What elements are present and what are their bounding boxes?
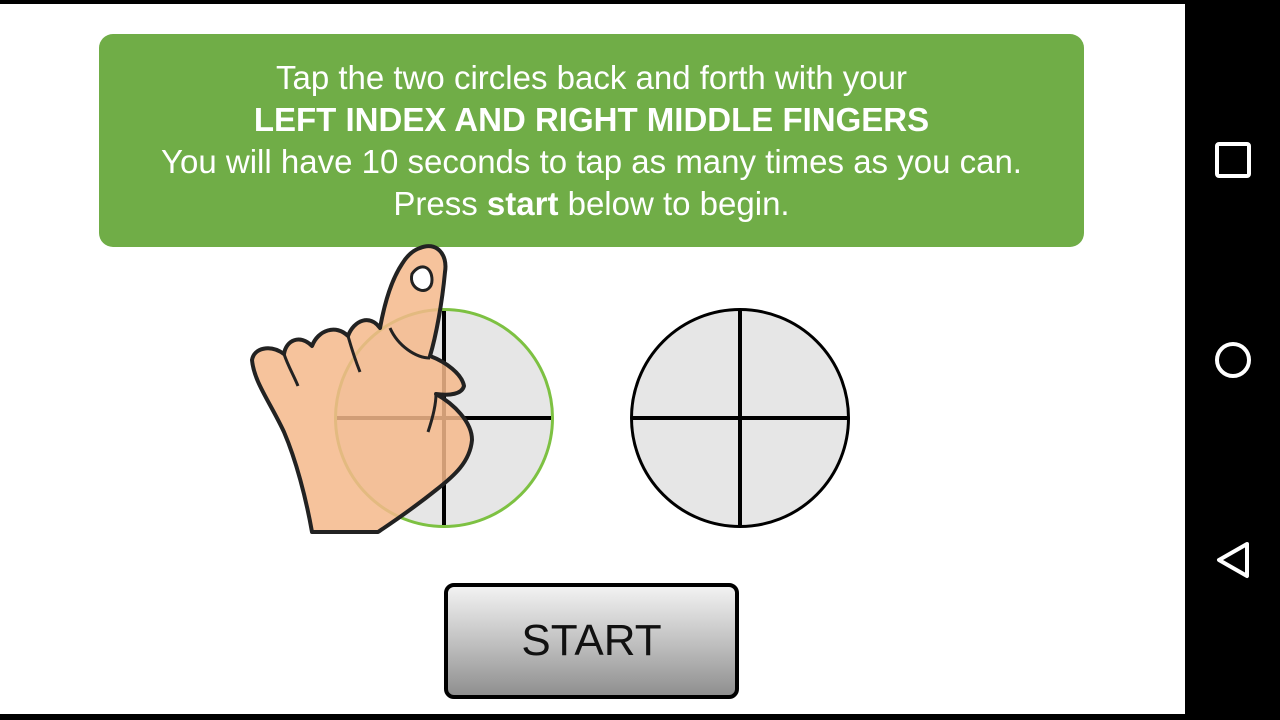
- left-tap-target[interactable]: [334, 308, 554, 528]
- triangle-back-icon[interactable]: [1207, 534, 1259, 586]
- instructions-line-4-prefix: Press: [393, 184, 487, 222]
- system-nav-bar: [1185, 0, 1280, 720]
- app-screen: Tap the two circles back and forth with …: [0, 4, 1185, 714]
- instructions-line-4: Press start below to begin.: [393, 183, 789, 225]
- instructions-line-4-keyword: start: [486, 184, 559, 222]
- instructions-line-2: LEFT INDEX AND RIGHT MIDDLE FINGERS: [253, 100, 930, 138]
- circle-home-icon[interactable]: [1207, 334, 1259, 386]
- start-button[interactable]: START: [444, 583, 739, 699]
- right-target-vertical-line: [738, 311, 742, 525]
- instructions-line-1: Tap the two circles back and forth with …: [276, 58, 907, 96]
- instructions-line-3: You will have 10 seconds to tap as many …: [161, 142, 1022, 180]
- square-recents-icon[interactable]: [1207, 134, 1259, 186]
- instructions-line-4-suffix: below to begin.: [558, 184, 790, 222]
- right-tap-target[interactable]: [630, 308, 850, 528]
- instructions-banner: Tap the two circles back and forth with …: [99, 34, 1084, 247]
- left-target-vertical-line: [442, 311, 446, 525]
